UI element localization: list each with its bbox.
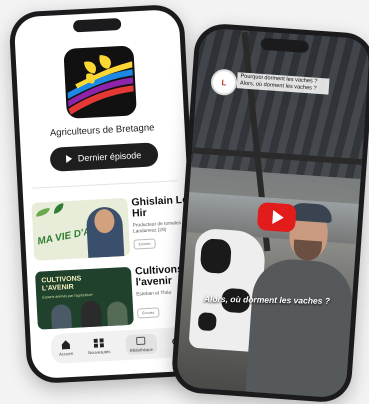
library-icon <box>136 336 146 346</box>
phone-notch <box>72 17 121 33</box>
farmer <box>245 256 355 399</box>
play-icon <box>272 210 285 225</box>
play-icon <box>65 154 73 164</box>
nav-new-label: Nouveautés <box>87 348 111 356</box>
nav-library[interactable]: Bibliothèque <box>125 333 158 356</box>
thumbnail-text: CULTIVONS L'AVENIR <box>41 275 82 293</box>
episode-thumbnail[interactable]: CULTIVONS L'AVENIR Experts animés par l'… <box>34 266 134 330</box>
farmer-beard <box>292 239 323 262</box>
listen-tag[interactable]: Écoutez <box>137 307 160 319</box>
grid-icon <box>93 338 104 348</box>
video-screen[interactable]: L Pourquoi dorment les vaches ? Alors, o… <box>175 27 369 399</box>
podcast-title: Agriculteurs de Bretagne <box>49 122 155 139</box>
latest-episode-label: Dernier épisode <box>77 150 142 164</box>
youtube-play-button[interactable] <box>256 201 297 233</box>
app-logo <box>62 45 137 119</box>
nav-home-label: Accueil <box>58 350 73 357</box>
video-phone: L Pourquoi dorment les vaches ? Alors, o… <box>170 22 369 404</box>
podcast-app-phone: Agriculteurs de Bretagne Dernier épisode… <box>8 3 203 385</box>
nav-home[interactable]: Accueil <box>58 340 73 357</box>
home-icon <box>61 340 70 350</box>
nav-new[interactable]: Nouveautés <box>87 338 111 356</box>
thumbnail-subtext: Experts animés par l'agriculture <box>42 292 93 300</box>
podcast-app-screen: Agriculteurs de Bretagne Dernier épisode… <box>13 8 198 380</box>
nav-library-label: Bibliothèque <box>129 346 154 353</box>
episode-thumbnail[interactable]: MA VIE D'AGRI <box>31 197 131 261</box>
latest-episode-button[interactable]: Dernier épisode <box>49 142 159 172</box>
listen-tag[interactable]: Écoutez <box>133 238 156 250</box>
divider <box>32 180 178 189</box>
bottom-nav: Accueil Nouveautés Bibliothèque <box>50 326 191 365</box>
